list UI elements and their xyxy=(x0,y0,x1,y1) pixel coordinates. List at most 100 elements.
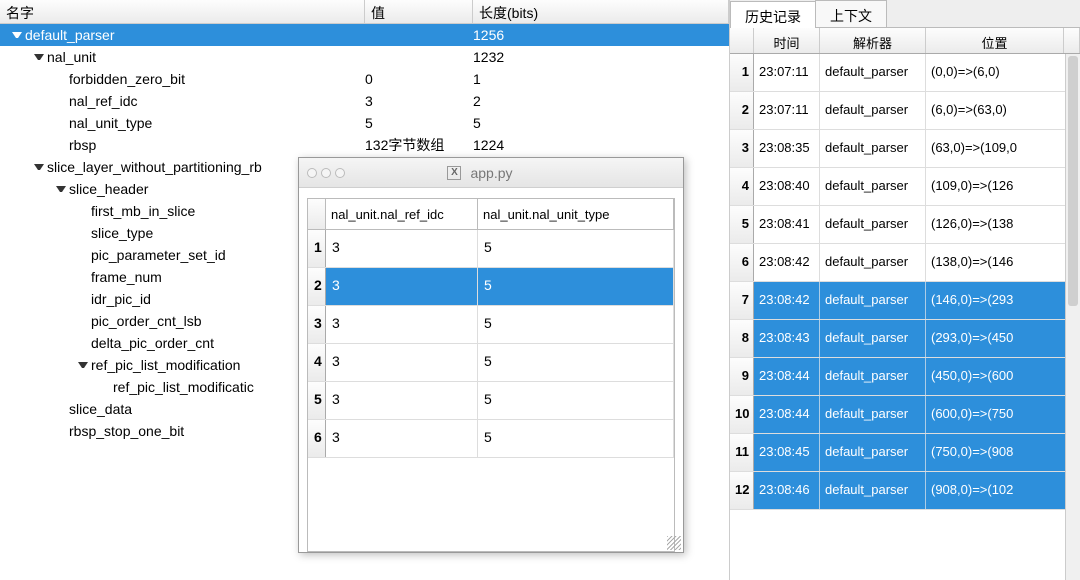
history-row-position: (146,0)=>(293 xyxy=(926,282,1080,319)
popup-row-col2: 5 xyxy=(478,230,674,267)
history-row[interactable]: 1023:08:44default_parser(600,0)=>(750 xyxy=(730,396,1080,434)
history-row[interactable]: 123:07:11default_parser(0,0)=>(6,0) xyxy=(730,54,1080,92)
history-row-parser: default_parser xyxy=(820,396,926,433)
resize-grip-icon[interactable] xyxy=(667,536,681,550)
traffic-light-max-icon[interactable] xyxy=(335,168,345,178)
history-row-parser: default_parser xyxy=(820,472,926,509)
popup-row[interactable]: 135 xyxy=(308,230,674,268)
popup-row[interactable]: 435 xyxy=(308,344,674,382)
popup-row-col1: 3 xyxy=(326,306,478,343)
tree-node-label: ref_pic_list_modification xyxy=(91,357,240,373)
history-row-time: 23:08:43 xyxy=(754,320,820,357)
tree-node-length: 1256 xyxy=(473,27,729,43)
popup-header-idx xyxy=(308,199,326,229)
history-row-idx: 8 xyxy=(730,320,754,357)
history-row-parser: default_parser xyxy=(820,358,926,395)
header-length[interactable]: 长度(bits) xyxy=(473,0,729,23)
history-row[interactable]: 223:07:11default_parser(6,0)=>(63,0) xyxy=(730,92,1080,130)
expand-arrow-icon[interactable] xyxy=(78,360,88,370)
x11-icon: X xyxy=(447,166,461,180)
popup-row-idx: 3 xyxy=(308,306,326,343)
history-row-parser: default_parser xyxy=(820,54,926,91)
history-row-parser: default_parser xyxy=(820,434,926,471)
traffic-light-min-icon[interactable] xyxy=(321,168,331,178)
popup-header-col1[interactable]: nal_unit.nal_ref_idc xyxy=(326,199,478,229)
popup-row[interactable]: 535 xyxy=(308,382,674,420)
tree-row[interactable]: nal_ref_idc32 xyxy=(0,90,729,112)
history-row[interactable]: 323:08:35default_parser(63,0)=>(109,0 xyxy=(730,130,1080,168)
tree-row[interactable]: nal_unit1232 xyxy=(0,46,729,68)
history-row-idx: 11 xyxy=(730,434,754,471)
history-row-idx: 12 xyxy=(730,472,754,509)
header-time[interactable]: 时间 xyxy=(754,28,820,53)
popup-row[interactable]: 235 xyxy=(308,268,674,306)
popup-rows[interactable]: 135235335435535635 xyxy=(308,230,674,458)
history-row-position: (6,0)=>(63,0) xyxy=(926,92,1080,129)
popup-row[interactable]: 335 xyxy=(308,306,674,344)
tree-node-length: 1224 xyxy=(473,137,729,153)
expand-arrow-icon[interactable] xyxy=(34,52,44,62)
expand-arrow-icon[interactable] xyxy=(56,184,66,194)
tree-row[interactable]: rbsp132字节数组1224 xyxy=(0,134,729,156)
traffic-light-close-icon[interactable] xyxy=(307,168,317,178)
history-row[interactable]: 523:08:41default_parser(126,0)=>(138 xyxy=(730,206,1080,244)
tree-node-label: delta_pic_order_cnt xyxy=(91,335,214,351)
history-row[interactable]: 923:08:44default_parser(450,0)=>(600 xyxy=(730,358,1080,396)
history-row[interactable]: 623:08:42default_parser(138,0)=>(146 xyxy=(730,244,1080,282)
popup-header-col2[interactable]: nal_unit.nal_unit_type xyxy=(478,199,674,229)
scrollbar[interactable] xyxy=(1065,54,1080,580)
tree-node-label: slice_type xyxy=(91,225,153,241)
history-row-time: 23:08:45 xyxy=(754,434,820,471)
history-row-time: 23:08:35 xyxy=(754,130,820,167)
header-idx xyxy=(730,28,754,53)
expand-arrow-icon[interactable] xyxy=(12,30,22,40)
history-row-position: (138,0)=>(146 xyxy=(926,244,1080,281)
tree-node-length: 1 xyxy=(473,71,729,87)
tree-row[interactable]: nal_unit_type55 xyxy=(0,112,729,134)
popup-row-col1: 3 xyxy=(326,230,478,267)
header-parser[interactable]: 解析器 xyxy=(820,28,926,53)
tree-node-label: ref_pic_list_modificatic xyxy=(113,379,254,395)
history-body[interactable]: 123:07:11default_parser(0,0)=>(6,0)223:0… xyxy=(730,54,1080,580)
history-row[interactable]: 1123:08:45default_parser(750,0)=>(908 xyxy=(730,434,1080,472)
history-row-position: (450,0)=>(600 xyxy=(926,358,1080,395)
popup-row-col2: 5 xyxy=(478,420,674,457)
history-row-parser: default_parser xyxy=(820,282,926,319)
header-position[interactable]: 位置 xyxy=(926,28,1064,53)
popup-row[interactable]: 635 xyxy=(308,420,674,458)
history-row-idx: 10 xyxy=(730,396,754,433)
popup-title-text: app.py xyxy=(470,165,512,181)
scroll-thumb[interactable] xyxy=(1068,56,1078,306)
tree-node-label: slice_header xyxy=(69,181,148,197)
history-row[interactable]: 723:08:42default_parser(146,0)=>(293 xyxy=(730,282,1080,320)
history-panel: 历史记录 上下文 时间 解析器 位置 123:07:11default_pars… xyxy=(730,0,1080,580)
history-row-time: 23:08:44 xyxy=(754,396,820,433)
history-row[interactable]: 1223:08:46default_parser(908,0)=>(102 xyxy=(730,472,1080,510)
history-row-time: 23:07:11 xyxy=(754,54,820,91)
popup-window[interactable]: X app.py nal_unit.nal_ref_idc nal_unit.n… xyxy=(298,157,684,553)
tree-node-label: first_mb_in_slice xyxy=(91,203,195,219)
history-row-position: (293,0)=>(450 xyxy=(926,320,1080,357)
history-row-parser: default_parser xyxy=(820,320,926,357)
header-value[interactable]: 值 xyxy=(365,0,473,23)
expand-arrow-icon[interactable] xyxy=(34,162,44,172)
header-name[interactable]: 名字 xyxy=(0,0,365,23)
history-row-parser: default_parser xyxy=(820,244,926,281)
tab-context[interactable]: 上下文 xyxy=(815,0,887,27)
history-row-position: (109,0)=>(126 xyxy=(926,168,1080,205)
tree-row[interactable]: default_parser1256 xyxy=(0,24,729,46)
popup-row-col2: 5 xyxy=(478,344,674,381)
history-row-idx: 2 xyxy=(730,92,754,129)
popup-row-idx: 5 xyxy=(308,382,326,419)
tree-row[interactable]: forbidden_zero_bit01 xyxy=(0,68,729,90)
tree-node-label: pic_order_cnt_lsb xyxy=(91,313,202,329)
tree-node-label: forbidden_zero_bit xyxy=(69,71,185,87)
tab-history[interactable]: 历史记录 xyxy=(730,1,816,28)
history-row[interactable]: 823:08:43default_parser(293,0)=>(450 xyxy=(730,320,1080,358)
popup-titlebar[interactable]: X app.py xyxy=(299,158,683,188)
tree-node-label: frame_num xyxy=(91,269,162,285)
history-headers: 时间 解析器 位置 xyxy=(730,28,1080,54)
popup-row-col1: 3 xyxy=(326,344,478,381)
history-row-time: 23:07:11 xyxy=(754,92,820,129)
history-row[interactable]: 423:08:40default_parser(109,0)=>(126 xyxy=(730,168,1080,206)
